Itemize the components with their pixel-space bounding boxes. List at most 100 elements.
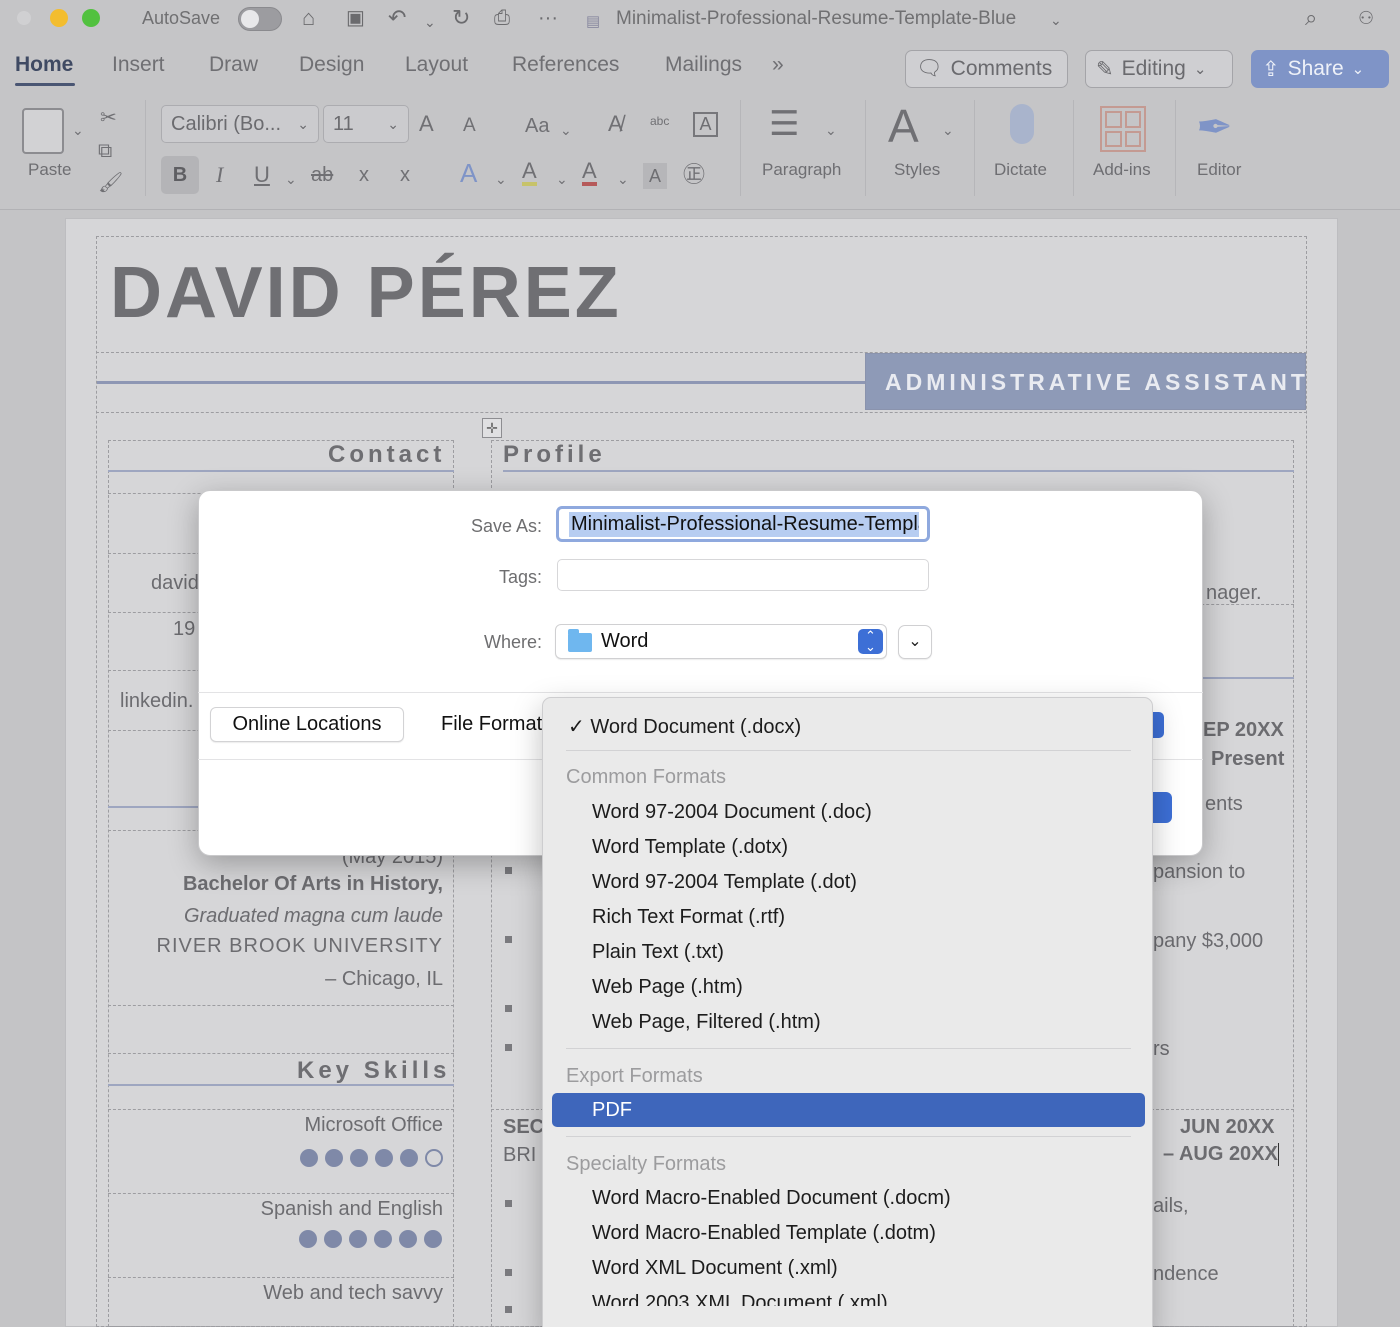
scroll-down-icon[interactable]: ⌄ (839, 1318, 852, 1327)
format-painter-icon[interactable]: 🖌 (98, 170, 123, 196)
menu-item-dotx[interactable]: Word Template (.dotx) (592, 836, 788, 859)
clear-formatting-icon[interactable]: A̸ (608, 111, 623, 137)
tab-mailings[interactable]: Mailings (665, 53, 742, 77)
menu-item-rtf[interactable]: Rich Text Format (.rtf) (592, 906, 785, 929)
skill-name[interactable]: Spanish and English (261, 1198, 443, 1221)
character-shading-icon[interactable]: A (643, 163, 667, 189)
shrink-font-icon[interactable]: A (463, 113, 476, 139)
share-button[interactable]: ⇪ Share ⌄ (1251, 50, 1389, 88)
editor-icon[interactable]: ✒ (1196, 102, 1233, 154)
profile-heading[interactable]: Profile (503, 441, 606, 469)
menu-item-dotm[interactable]: Word Macro-Enabled Template (.dotm) (592, 1222, 936, 1245)
undo-icon[interactable]: ↶ (388, 4, 406, 32)
menu-item-xml[interactable]: Word XML Document (.xml) (592, 1257, 838, 1280)
styles-icon[interactable]: A (888, 100, 919, 152)
job2-date-start[interactable]: JUN 20XX (1180, 1116, 1275, 1139)
education-degree[interactable]: Bachelor Of Arts in History, (183, 873, 443, 896)
styles-dropdown-icon[interactable]: ⌄ (942, 117, 954, 143)
where-select[interactable]: Word ⌃ ⌄ (555, 624, 887, 659)
menu-item-txt[interactable]: Plain Text (.txt) (592, 941, 724, 964)
bold-button[interactable]: B (161, 156, 199, 194)
menu-item-htm[interactable]: Web Page (.htm) (592, 976, 743, 999)
zoom-window-button[interactable] (82, 9, 100, 27)
profile-text-partial[interactable]: nager. (1206, 582, 1262, 605)
contact-linkedin-partial[interactable]: linkedin. (120, 690, 193, 713)
tab-home[interactable]: Home (15, 53, 73, 77)
dictate-label[interactable]: Dictate (994, 160, 1047, 180)
comments-button[interactable]: 🗨 Comments (905, 50, 1068, 88)
job2-title-partial[interactable]: SEC (503, 1116, 544, 1139)
undo-dropdown-icon[interactable]: ⌄ (424, 8, 436, 36)
job1-text-partial[interactable]: pansion to (1153, 861, 1245, 884)
contact-email-partial[interactable]: david (151, 572, 199, 595)
job1-text-partial[interactable]: ents (1205, 793, 1243, 816)
grow-font-icon[interactable]: A (419, 111, 434, 137)
job1-text-partial[interactable]: rs (1153, 1038, 1170, 1061)
paragraph-dropdown-icon[interactable]: ⌄ (825, 117, 837, 143)
education-honors[interactable]: Graduated magna cum laude (184, 905, 443, 928)
strikethrough-button[interactable]: ab (311, 162, 333, 188)
job2-text-partial[interactable]: ndence (1153, 1263, 1219, 1286)
tab-draw[interactable]: Draw (209, 53, 258, 77)
education-location[interactable]: – Chicago, IL (325, 968, 443, 991)
minimize-window-button[interactable] (50, 9, 68, 27)
editing-button[interactable]: ✎ Editing ⌄ (1085, 50, 1233, 88)
underline-button[interactable]: U (254, 162, 270, 188)
tab-references[interactable]: References (512, 53, 619, 77)
menu-item-docm[interactable]: Word Macro-Enabled Document (.docm) (592, 1187, 951, 1210)
superscript-button[interactable]: x (400, 162, 410, 188)
online-locations-button[interactable]: Online Locations (210, 707, 404, 742)
job1-date-end[interactable]: Present (1211, 748, 1284, 771)
contact-phone-partial[interactable]: 19 (173, 618, 195, 641)
styles-label[interactable]: Styles (894, 160, 940, 180)
paste-icon[interactable] (22, 108, 64, 154)
paste-dropdown-icon[interactable]: ⌄ (72, 117, 84, 143)
font-size-select[interactable]: 11 ⌄ (323, 105, 409, 143)
redo-icon[interactable]: ↻ (452, 4, 470, 32)
copy-icon[interactable]: ⧉ (98, 138, 112, 164)
add-ins-label[interactable]: Add-ins (1093, 160, 1151, 180)
title-chevron-icon[interactable]: ⌄ (1050, 6, 1062, 34)
job2-company-partial[interactable]: BRI (503, 1144, 536, 1167)
effects-dropdown-icon[interactable]: ⌄ (495, 166, 507, 192)
resume-role[interactable]: ADMINISTRATIVE ASSISTANT (885, 369, 1309, 396)
change-case-icon[interactable]: Aa (525, 113, 549, 139)
job1-date-start[interactable]: EP 20XX (1203, 719, 1284, 742)
search-icon[interactable]: ⌕ (1305, 4, 1317, 32)
menu-item-docx[interactable]: ✓ Word Document (.docx) (568, 714, 801, 739)
menu-item-doc[interactable]: Word 97-2004 Document (.doc) (592, 801, 872, 824)
job2-date-end[interactable]: – AUG 20XX (1163, 1143, 1279, 1166)
save-icon[interactable]: ▣ (346, 4, 365, 32)
tab-insert[interactable]: Insert (112, 53, 165, 77)
tags-input[interactable] (557, 559, 929, 591)
menu-item-pdf[interactable]: PDF (592, 1099, 632, 1122)
close-window-button[interactable] (17, 11, 31, 25)
add-ins-icon[interactable] (1100, 106, 1146, 152)
microphone-icon[interactable] (1010, 104, 1034, 144)
font-color-icon[interactable]: A (582, 160, 597, 186)
cut-icon[interactable]: ✂ (100, 105, 117, 131)
contact-heading[interactable]: Contact (328, 441, 445, 469)
text-box-icon[interactable]: A (693, 112, 718, 137)
case-dropdown-icon[interactable]: ⌄ (560, 117, 572, 143)
skill-name[interactable]: Microsoft Office (304, 1114, 443, 1137)
paragraph-label[interactable]: Paragraph (762, 160, 841, 180)
tab-design[interactable]: Design (299, 53, 364, 77)
spelling-icon[interactable]: abc (650, 108, 669, 134)
subscript-button[interactable]: x (359, 162, 369, 188)
italic-button[interactable]: I (216, 162, 223, 188)
editor-label[interactable]: Editor (1197, 160, 1241, 180)
tabs-overflow-icon[interactable]: » (772, 53, 784, 77)
font-name-select[interactable]: Calibri (Bo... ⌄ (161, 105, 319, 143)
tab-layout[interactable]: Layout (405, 53, 468, 77)
resume-name[interactable]: DAVID PÉREZ (110, 252, 622, 334)
autosave-toggle[interactable] (238, 7, 282, 31)
job2-text-partial[interactable]: ails, (1153, 1195, 1189, 1218)
underline-dropdown-icon[interactable]: ⌄ (285, 166, 297, 192)
key-skills-heading[interactable]: Key Skills (297, 1057, 450, 1085)
share-person-icon[interactable]: ⚇ (1358, 4, 1374, 32)
highlight-icon[interactable]: A (522, 160, 537, 186)
print-icon[interactable]: ⎙ (494, 4, 510, 32)
expand-dialog-button[interactable]: ⌄ (898, 625, 932, 659)
font-color-dropdown-icon[interactable]: ⌄ (617, 166, 629, 192)
